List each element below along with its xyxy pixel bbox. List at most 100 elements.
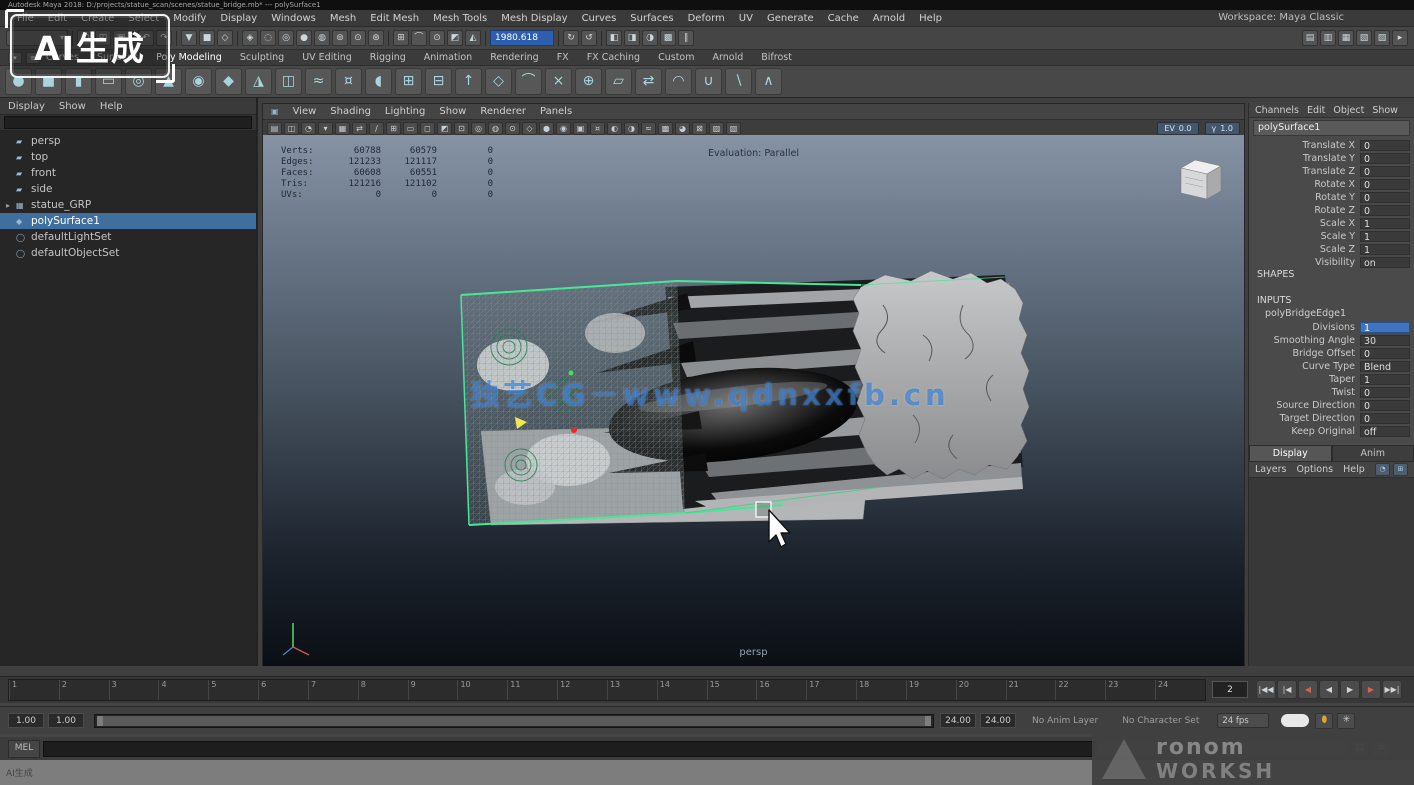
shelf-icon[interactable]: × [545,68,572,95]
selection-mode-icon[interactable]: ▼ [181,30,197,46]
menu-item[interactable]: Arnold [866,13,912,24]
shelf-icon[interactable]: ◖ [365,68,392,95]
sidebar-toggle-icon[interactable]: ▧ [1356,30,1372,46]
input-node-name[interactable]: polyBridgeEdge1 [1249,307,1414,320]
animation-preferences-icon[interactable]: ✳ [1337,713,1355,729]
panel-focus-icon[interactable]: ▣ [271,107,279,116]
shelf-icon[interactable]: ⌒ [515,68,542,95]
gamma-control[interactable]: γ 1.0 [1205,122,1240,135]
shelf-icon[interactable]: ◠ [665,68,692,95]
shelf-tab[interactable]: FX Caching [587,52,640,63]
shelf-icon[interactable]: ¤ [335,68,362,95]
channel-row[interactable]: Rotate Z 0 [1249,204,1410,216]
panel-toolbar-icon[interactable]: ▾ [318,122,333,135]
layer-list[interactable] [1249,478,1414,666]
snap-icon[interactable]: ◭ [465,30,481,46]
outliner-item[interactable]: ◯ defaultObjectSet [0,245,256,261]
panel-toolbar-icon[interactable]: ∕ [369,122,384,135]
frame-tick[interactable]: 18 [856,680,906,700]
menu-item[interactable]: Deform [681,13,732,24]
selection-mask-icon[interactable]: ◌ [260,30,276,46]
frame-tick[interactable]: 3 [109,680,159,700]
shelf-tab[interactable]: Animation [424,52,472,63]
outliner-item[interactable]: ▰ front [0,165,256,181]
panel-toolbar-icon[interactable]: ⊙ [505,122,520,135]
shelf-icon[interactable]: ∪ [695,68,722,95]
menu-item[interactable]: Surfaces [623,13,680,24]
shelf-icon[interactable]: ◉ [185,68,212,95]
panel-menu[interactable]: Panels [540,106,572,117]
frame-tick[interactable]: 21 [1006,680,1056,700]
channel-row[interactable]: Scale Z 1 [1249,243,1410,255]
shelf-icon[interactable]: ◆ [215,68,242,95]
playback-button[interactable]: |◀ [1277,680,1297,699]
outliner-search-input[interactable] [4,116,252,129]
panel-toolbar-icon[interactable]: ▩ [658,122,673,135]
panel-toolbar-icon[interactable]: ◻ [420,122,435,135]
selection-mask-icon[interactable]: ⊙ [350,30,366,46]
layer-button-icon[interactable]: ◔ [1375,463,1390,476]
channel-row[interactable]: Twist 0 [1249,386,1410,398]
shelf-tab[interactable]: Rendering [490,52,539,63]
panel-menu[interactable]: Shading [330,106,371,117]
render-icon[interactable]: ∥ [678,30,694,46]
panel-menu[interactable]: View [293,106,317,117]
frame-tick[interactable]: 6 [258,680,308,700]
shelf-icon[interactable]: ↑ [455,68,482,95]
shelf-icon[interactable]: ≈ [305,68,332,95]
command-mode-button[interactable]: MEL [8,740,40,758]
render-icon[interactable]: ◧ [606,30,622,46]
menu-item[interactable]: Mesh Tools [426,13,494,24]
frame-tick[interactable]: 2 [59,680,109,700]
fps-dropdown[interactable]: 24 fps [1217,713,1269,728]
playback-button[interactable]: ▶ [1361,680,1381,699]
frame-tick[interactable]: 10 [457,680,507,700]
panel-toolbar-icon[interactable]: ◇ [522,122,537,135]
range-slider[interactable] [94,714,934,728]
channel-row[interactable]: Source Direction 0 [1249,399,1410,411]
sidebar-toggle-icon[interactable]: ▦ [1338,30,1354,46]
panel-menu[interactable]: Lighting [385,106,425,117]
expand-arrow-icon[interactable]: ▸ [6,201,16,210]
layer-button-icon[interactable]: ⊞ [1393,463,1408,476]
animation-end-field[interactable]: 24.00 [980,713,1016,728]
sidebar-toggle-icon[interactable]: ▸ [1392,30,1408,46]
playback-button[interactable]: |◀◀ [1256,680,1276,699]
selection-mode-icon[interactable]: ◇ [217,30,233,46]
snap-icon[interactable]: ⌒ [411,30,427,46]
selection-mask-icon[interactable]: ● [296,30,312,46]
frame-tick[interactable]: 12 [557,680,607,700]
panel-toolbar-icon[interactable]: ⊞ [386,122,401,135]
outliner-item[interactable]: ▰ top [0,149,256,165]
panel-toolbar-icon[interactable]: ◕ [675,122,690,135]
channel-box-menu[interactable]: Show [1372,105,1398,116]
menu-item[interactable]: Mesh Display [494,13,574,24]
frame-tick[interactable]: 7 [308,680,358,700]
history-icon[interactable]: ↺ [581,30,597,46]
menu-item[interactable]: Generate [760,13,821,24]
shelf-tab[interactable]: FX [557,52,569,63]
sidebar-toggle-icon[interactable]: ▥ [1320,30,1336,46]
render-icon[interactable]: ◑ [642,30,658,46]
panel-toolbar-icon[interactable]: ▨ [709,122,724,135]
selection-mode-icon[interactable]: ■ [199,30,215,46]
channel-row[interactable]: Rotate Y 0 [1249,191,1410,203]
frame-tick[interactable]: 23 [1105,680,1155,700]
frame-tick[interactable]: 13 [607,680,657,700]
exposure-control[interactable]: EV 0.0 [1157,122,1198,135]
shelf-icon[interactable]: ⇄ [635,68,662,95]
channel-row[interactable]: Scale Y 1 [1249,230,1410,242]
shape-node-name[interactable] [1249,281,1414,294]
channel-row[interactable]: Scale X 1 [1249,217,1410,229]
outliner-menu[interactable]: Display [8,101,45,112]
outliner-item[interactable]: ◆ polySurface1 [0,213,256,229]
panel-menu[interactable]: Show [439,106,466,117]
menu-item[interactable]: Display [213,13,264,24]
menu-item[interactable]: Cache [821,13,866,24]
panel-toolbar-icon[interactable]: ▣ [573,122,588,135]
panel-toolbar-icon[interactable]: ▭ [403,122,418,135]
panel-menu[interactable]: Renderer [480,106,526,117]
frame-tick[interactable]: 11 [507,680,557,700]
outliner-item[interactable]: ▰ side [0,181,256,197]
selection-mask-icon[interactable]: ◈ [242,30,258,46]
